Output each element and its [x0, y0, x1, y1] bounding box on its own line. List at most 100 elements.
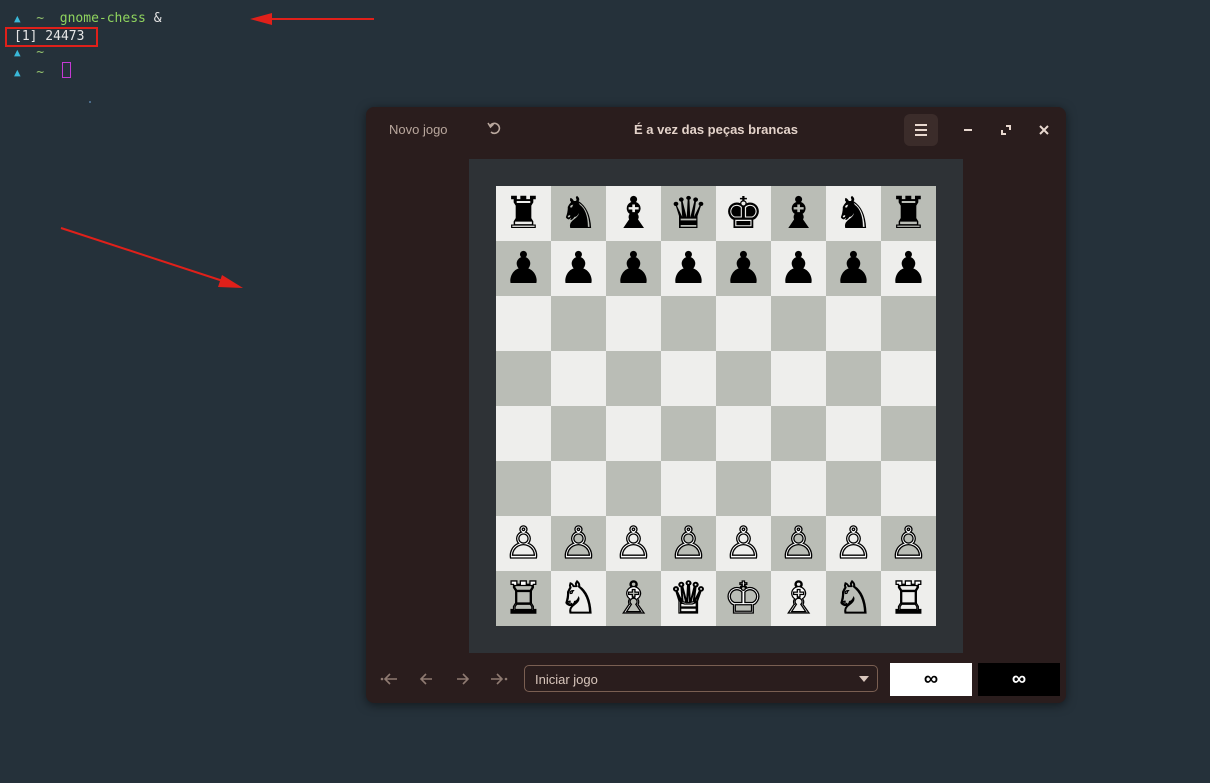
black-piece-icon[interactable]: ♚ [716, 186, 771, 241]
square-g3[interactable] [826, 461, 881, 516]
black-piece-icon[interactable]: ♟ [661, 241, 716, 296]
white-piece-icon[interactable]: ♙ [826, 516, 881, 571]
square-a7[interactable]: ♟ [496, 241, 551, 296]
white-piece-icon[interactable]: ♗ [606, 571, 661, 626]
first-move-icon[interactable] [380, 672, 400, 686]
white-piece-icon[interactable]: ♙ [661, 516, 716, 571]
next-move-icon[interactable] [453, 672, 473, 686]
terminal-line-prompt-active[interactable]: ▲ ~ [14, 62, 71, 80]
minimize-icon[interactable] [959, 121, 977, 139]
black-piece-icon[interactable]: ♟ [606, 241, 661, 296]
square-g4[interactable] [826, 406, 881, 461]
white-piece-icon[interactable]: ♔ [716, 571, 771, 626]
square-d1[interactable]: ♕ [661, 571, 716, 626]
square-e1[interactable]: ♔ [716, 571, 771, 626]
square-f5[interactable] [771, 351, 826, 406]
white-piece-icon[interactable]: ♘ [826, 571, 881, 626]
square-h3[interactable] [881, 461, 936, 516]
maximize-icon[interactable] [997, 121, 1015, 139]
square-b3[interactable] [551, 461, 606, 516]
white-piece-icon[interactable]: ♗ [771, 571, 826, 626]
square-h2[interactable]: ♙ [881, 516, 936, 571]
black-piece-icon[interactable]: ♜ [496, 186, 551, 241]
square-a8[interactable]: ♜ [496, 186, 551, 241]
black-piece-icon[interactable]: ♟ [496, 241, 551, 296]
main-menu-button[interactable] [904, 114, 938, 146]
square-g7[interactable]: ♟ [826, 241, 881, 296]
square-a3[interactable] [496, 461, 551, 516]
square-a5[interactable] [496, 351, 551, 406]
white-piece-icon[interactable]: ♙ [606, 516, 661, 571]
white-piece-icon[interactable]: ♙ [881, 516, 936, 571]
square-b5[interactable] [551, 351, 606, 406]
square-d2[interactable]: ♙ [661, 516, 716, 571]
square-c7[interactable]: ♟ [606, 241, 661, 296]
square-g2[interactable]: ♙ [826, 516, 881, 571]
square-b2[interactable]: ♙ [551, 516, 606, 571]
square-d5[interactable] [661, 351, 716, 406]
square-e5[interactable] [716, 351, 771, 406]
black-piece-icon[interactable]: ♛ [661, 186, 716, 241]
white-piece-icon[interactable]: ♖ [881, 571, 936, 626]
square-a4[interactable] [496, 406, 551, 461]
black-piece-icon[interactable]: ♜ [881, 186, 936, 241]
square-h5[interactable] [881, 351, 936, 406]
white-piece-icon[interactable]: ♕ [661, 571, 716, 626]
square-c6[interactable] [606, 296, 661, 351]
square-c5[interactable] [606, 351, 661, 406]
white-piece-icon[interactable]: ♘ [551, 571, 606, 626]
white-piece-icon[interactable]: ♙ [496, 516, 551, 571]
square-f1[interactable]: ♗ [771, 571, 826, 626]
square-a1[interactable]: ♖ [496, 571, 551, 626]
square-g8[interactable]: ♞ [826, 186, 881, 241]
white-piece-icon[interactable]: ♙ [716, 516, 771, 571]
square-f2[interactable]: ♙ [771, 516, 826, 571]
square-e7[interactable]: ♟ [716, 241, 771, 296]
square-b4[interactable] [551, 406, 606, 461]
square-f3[interactable] [771, 461, 826, 516]
white-piece-icon[interactable]: ♙ [771, 516, 826, 571]
start-game-dropdown[interactable]: Iniciar jogo [524, 665, 878, 692]
square-c3[interactable] [606, 461, 661, 516]
square-g1[interactable]: ♘ [826, 571, 881, 626]
square-g5[interactable] [826, 351, 881, 406]
chess-board[interactable]: ♜ ♞ ♝ ♛ ♚ ♝ ♞ ♜ ♟ ♟ ♟ ♟ ♟ ♟ ♟ ♟ ♙ ♙ ♙ ♙ ♙ ♙ ♙ ♙ ♖ ♘ ♗ ♕ ♔ ♗ ♘ ♖ [496, 186, 936, 626]
black-piece-icon[interactable]: ♟ [716, 241, 771, 296]
previous-move-icon[interactable] [417, 672, 437, 686]
square-f4[interactable] [771, 406, 826, 461]
square-h7[interactable]: ♟ [881, 241, 936, 296]
black-piece-icon[interactable]: ♝ [606, 186, 661, 241]
square-d7[interactable]: ♟ [661, 241, 716, 296]
black-piece-icon[interactable]: ♟ [881, 241, 936, 296]
square-e6[interactable] [716, 296, 771, 351]
close-icon[interactable] [1035, 121, 1053, 139]
square-f8[interactable]: ♝ [771, 186, 826, 241]
square-c2[interactable]: ♙ [606, 516, 661, 571]
square-c4[interactable] [606, 406, 661, 461]
square-b8[interactable]: ♞ [551, 186, 606, 241]
black-piece-icon[interactable]: ♝ [771, 186, 826, 241]
white-piece-icon[interactable]: ♙ [551, 516, 606, 571]
square-c1[interactable]: ♗ [606, 571, 661, 626]
square-b7[interactable]: ♟ [551, 241, 606, 296]
square-d4[interactable] [661, 406, 716, 461]
black-piece-icon[interactable]: ♞ [551, 186, 606, 241]
square-d3[interactable] [661, 461, 716, 516]
square-a6[interactable] [496, 296, 551, 351]
square-f7[interactable]: ♟ [771, 241, 826, 296]
square-d6[interactable] [661, 296, 716, 351]
square-e3[interactable] [716, 461, 771, 516]
black-piece-icon[interactable]: ♟ [826, 241, 881, 296]
square-b6[interactable] [551, 296, 606, 351]
square-h6[interactable] [881, 296, 936, 351]
white-piece-icon[interactable]: ♖ [496, 571, 551, 626]
square-c8[interactable]: ♝ [606, 186, 661, 241]
black-piece-icon[interactable]: ♟ [551, 241, 606, 296]
black-piece-icon[interactable]: ♟ [771, 241, 826, 296]
square-a2[interactable]: ♙ [496, 516, 551, 571]
square-f6[interactable] [771, 296, 826, 351]
square-h1[interactable]: ♖ [881, 571, 936, 626]
square-e2[interactable]: ♙ [716, 516, 771, 571]
square-g6[interactable] [826, 296, 881, 351]
last-move-icon[interactable] [488, 672, 508, 686]
